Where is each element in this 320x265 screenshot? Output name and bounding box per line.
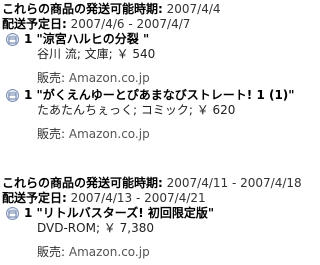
delivery-label: 配送予定日: (2, 191, 67, 205)
item-title-row: 1 "涼宮ハルヒの分裂 " (24, 32, 149, 47)
availability-row: これらの商品の発送可能時期: 2007/4/4 (2, 2, 221, 17)
item-details: たあたんちぇっく; コミック; ￥ 620 (37, 103, 236, 117)
seller-row: 販売: Amazon.co.jp (37, 127, 150, 142)
seller-row: 販売: Amazon.co.jp (37, 245, 150, 260)
availability-value: 2007/4/4 (166, 2, 221, 16)
availability-row: これらの商品の発送可能時期: 2007/4/11 - 2007/4/18 (2, 176, 302, 191)
seller-row: 販売: Amazon.co.jp (37, 71, 150, 86)
seller-name: Amazon.co.jp (68, 71, 150, 85)
delivery-value: 2007/4/6 - 2007/4/7 (70, 17, 191, 31)
seller-name: Amazon.co.jp (68, 127, 150, 141)
item-details: DVD-ROM; ￥ 7,380 (37, 221, 154, 235)
seller-label: 販売: (37, 245, 66, 259)
delivery-row: 配送予定日: 2007/4/13 - 2007/4/21 (2, 191, 206, 206)
package-icon (6, 33, 19, 46)
package-icon (6, 207, 19, 220)
seller-label: 販売: (37, 71, 66, 85)
delivery-value: 2007/4/13 - 2007/4/21 (70, 191, 206, 205)
seller-label: 販売: (37, 127, 66, 141)
item-quantity: 1 (24, 88, 33, 102)
item-quantity: 1 (24, 206, 33, 220)
delivery-row: 配送予定日: 2007/4/6 - 2007/4/7 (2, 17, 190, 32)
item-title: "リトルバスターズ! 初回限定版" (36, 206, 215, 220)
item-title-row: 1 "がくえんゆーとぴあまなびストレート! 1 (1)" (24, 88, 295, 103)
availability-value: 2007/4/11 - 2007/4/18 (166, 176, 302, 190)
availability-label: これらの商品の発送可能時期: (2, 2, 163, 16)
seller-name: Amazon.co.jp (68, 245, 150, 259)
item-details: 谷川 流; 文庫; ￥ 540 (37, 47, 156, 61)
package-icon (6, 89, 19, 102)
delivery-label: 配送予定日: (2, 17, 67, 31)
item-quantity: 1 (24, 32, 33, 46)
item-title: "がくえんゆーとぴあまなびストレート! 1 (1)" (36, 88, 295, 102)
item-title: "涼宮ハルヒの分裂 " (36, 32, 150, 46)
availability-label: これらの商品の発送可能時期: (2, 176, 163, 190)
item-title-row: 1 "リトルバスターズ! 初回限定版" (24, 206, 214, 221)
order-summary: これらの商品の発送可能時期: 2007/4/4 配送予定日: 2007/4/6 … (0, 0, 302, 265)
